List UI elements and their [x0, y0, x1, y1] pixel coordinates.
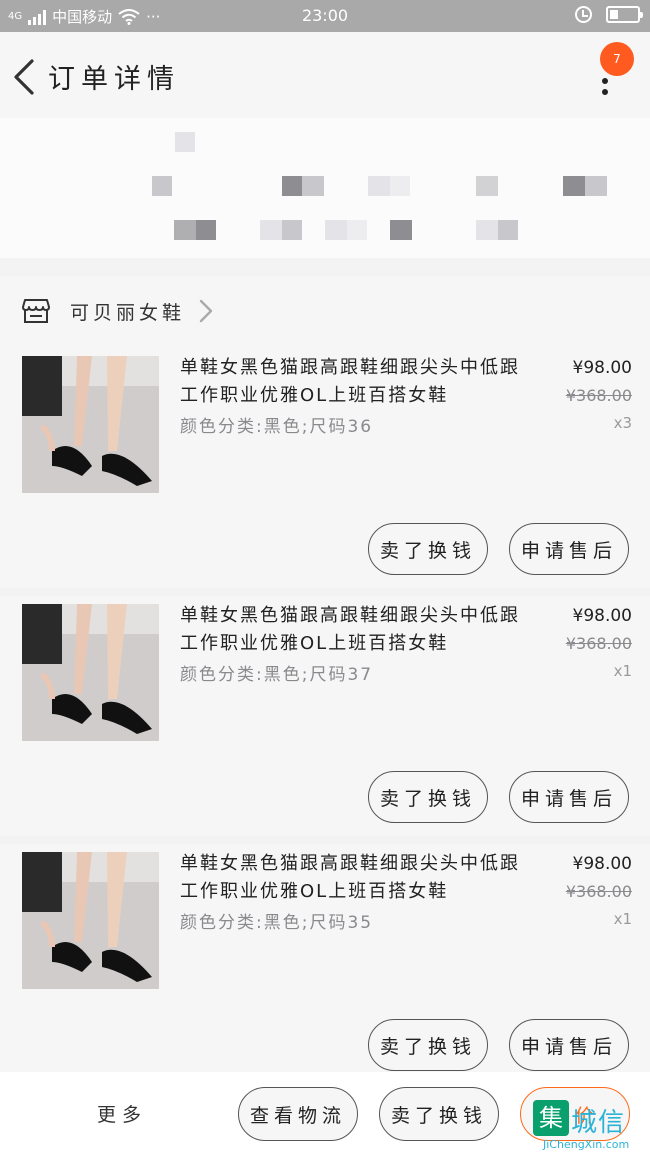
mosaic-block: [476, 220, 498, 240]
more-menu-button[interactable]: 7: [588, 42, 634, 104]
view-logistics-button[interactable]: 查看物流: [238, 1087, 358, 1141]
mosaic-block: [325, 220, 347, 240]
order-item[interactable]: 单鞋女黑色猫跟高跟鞋细跟尖头中低跟工作职业优雅OL上班百搭女鞋 颜色分类:黑色;…: [0, 596, 650, 836]
back-arrow-icon[interactable]: [10, 58, 40, 96]
product-price: ¥98.00: [572, 358, 632, 378]
chevron-right-icon: [199, 299, 213, 323]
sell-exchange-button[interactable]: 卖了换钱: [368, 771, 488, 823]
sell-exchange-button[interactable]: 卖了换钱: [368, 1019, 488, 1071]
mosaic-block: [585, 176, 607, 196]
original-price: ¥368.00: [565, 882, 632, 901]
mosaic-block: [390, 176, 410, 196]
mosaic-block: [282, 176, 302, 196]
status-right: [575, 6, 643, 23]
product-image[interactable]: [22, 852, 159, 989]
product-title[interactable]: 单鞋女黑色猫跟高跟鞋细跟尖头中低跟工作职业优雅OL上班百搭女鞋: [180, 354, 520, 410]
address-block: [0, 118, 650, 258]
page-header: 订单详情 7: [0, 32, 650, 118]
more-actions-link[interactable]: 更多: [97, 1100, 147, 1127]
product-title[interactable]: 单鞋女黑色猫跟高跟鞋细跟尖头中低跟工作职业优雅OL上班百搭女鞋: [180, 602, 520, 658]
product-image[interactable]: [22, 604, 159, 741]
product-spec: 颜色分类:黑色;尺码35: [180, 913, 374, 933]
product-price: ¥98.00: [572, 606, 632, 626]
shop-name: 可贝丽女鞋: [70, 302, 186, 324]
alarm-icon: [575, 6, 592, 23]
mosaic-block: [174, 220, 196, 240]
watermark-logo: 集: [533, 1100, 569, 1136]
product-spec: 颜色分类:黑色;尺码36: [180, 417, 374, 437]
mosaic-block: [390, 220, 412, 240]
watermark: 集 城信 JiChengXin.com: [533, 1100, 645, 1151]
shop-row[interactable]: 可贝丽女鞋: [0, 276, 650, 348]
status-bar: 4G 中国移动 ··· 23:00: [0, 0, 650, 32]
watermark-url: JiChengXin.com: [543, 1138, 630, 1151]
product-image[interactable]: [22, 356, 159, 493]
apply-aftersale-button[interactable]: 申请售后: [509, 771, 629, 823]
mosaic-block: [175, 132, 195, 152]
apply-aftersale-button[interactable]: 申请售后: [509, 1019, 629, 1071]
original-price: ¥368.00: [565, 386, 632, 405]
sell-exchange-button[interactable]: 卖了换钱: [368, 523, 488, 575]
product-title[interactable]: 单鞋女黑色猫跟高跟鞋细跟尖头中低跟工作职业优雅OL上班百搭女鞋: [180, 850, 520, 906]
mosaic-block: [476, 176, 498, 196]
mosaic-block: [368, 176, 390, 196]
mosaic-block: [498, 220, 518, 240]
page-title: 订单详情: [48, 64, 180, 95]
quantity: x1: [613, 910, 632, 928]
mosaic-block: [196, 220, 216, 240]
apply-aftersale-button[interactable]: 申请售后: [509, 523, 629, 575]
order-item[interactable]: 单鞋女黑色猫跟高跟鞋细跟尖头中低跟工作职业优雅OL上班百搭女鞋 颜色分类:黑色;…: [0, 348, 650, 588]
mosaic-block: [152, 176, 172, 196]
mosaic-block: [563, 176, 585, 196]
watermark-text: 城信: [571, 1108, 626, 1138]
quantity: x3: [613, 414, 632, 432]
order-item[interactable]: 单鞋女黑色猫跟高跟鞋细跟尖头中低跟工作职业优雅OL上班百搭女鞋 颜色分类:黑色;…: [0, 844, 650, 1084]
quantity: x1: [613, 662, 632, 680]
mosaic-block: [302, 176, 324, 196]
original-price: ¥368.00: [565, 634, 632, 653]
notification-badge: 7: [600, 42, 634, 76]
store-icon: [22, 299, 50, 323]
mosaic-block: [282, 220, 302, 240]
product-spec: 颜色分类:黑色;尺码37: [180, 665, 374, 685]
mosaic-block: [347, 220, 367, 240]
mosaic-block: [260, 220, 282, 240]
more-vertical-icon: [602, 78, 610, 102]
sell-exchange-button[interactable]: 卖了换钱: [379, 1087, 499, 1141]
clock-time: 23:00: [301, 6, 349, 25]
product-price: ¥98.00: [572, 854, 632, 874]
battery-icon: [606, 6, 643, 23]
